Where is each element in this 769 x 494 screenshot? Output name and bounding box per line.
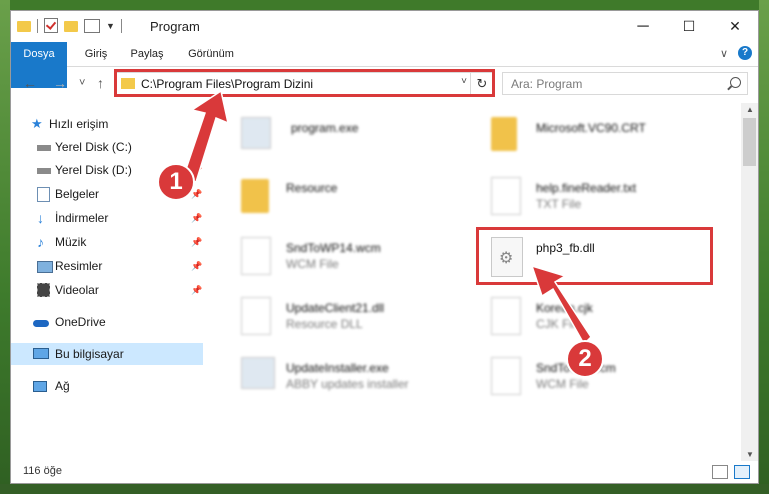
annotation-arrows — [182, 89, 592, 346]
arrow-2 — [530, 264, 592, 346]
step-badge-2: 2 — [566, 340, 604, 378]
step-badge-1: 1 — [157, 163, 195, 201]
